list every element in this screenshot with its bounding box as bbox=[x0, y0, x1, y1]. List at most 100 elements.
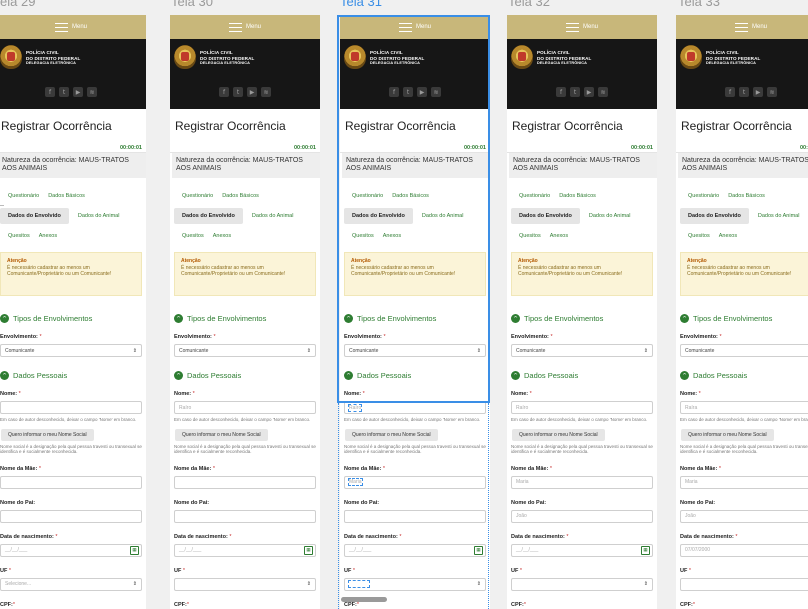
tab-dados-envolvido[interactable]: Dados do Envolvido bbox=[344, 208, 413, 224]
tab-dados-basicos[interactable]: Dados Básicos bbox=[728, 193, 765, 199]
section-tipos-envolvimento[interactable]: ^ Tipos de Envolvimentos bbox=[174, 314, 320, 323]
nome-social-button[interactable]: Quero informar o meu Nome Social bbox=[512, 428, 605, 441]
youtube-icon[interactable]: ▶ bbox=[417, 87, 427, 97]
menu-bar[interactable]: Menu bbox=[676, 15, 808, 39]
nome-social-button[interactable]: Quero informar o meu Nome Social bbox=[1, 428, 94, 441]
tab-dados-animal[interactable]: Dados do Animal bbox=[422, 213, 464, 219]
twitter-icon[interactable]: t bbox=[59, 87, 69, 97]
tab-dados-basicos[interactable]: Dados Básicos bbox=[48, 193, 85, 199]
section-dados-pessoais[interactable]: ^ Dados Pessoais bbox=[680, 371, 808, 380]
calendar-icon[interactable]: ▦ bbox=[304, 545, 313, 555]
tab-anexos[interactable]: Anexos bbox=[213, 233, 231, 239]
horizontal-scrollbar-thumb[interactable] bbox=[341, 597, 387, 602]
nascimento-input[interactable]: __/__/___ ▦ bbox=[174, 543, 316, 557]
menu-bar[interactable]: Menu bbox=[0, 15, 146, 39]
section-dados-pessoais[interactable]: ^ Dados Pessoais bbox=[344, 371, 490, 380]
envolvimento-select[interactable]: Comunicante ⇕ bbox=[174, 344, 316, 357]
nascimento-input[interactable]: __/__/___ ▦ bbox=[511, 543, 653, 557]
section-dados-pessoais[interactable]: ^ Dados Pessoais bbox=[511, 371, 657, 380]
nascimento-input[interactable]: 07/07/2000 ▦ bbox=[680, 543, 808, 557]
youtube-icon[interactable]: ▶ bbox=[753, 87, 763, 97]
tab-dados-basicos[interactable]: Dados Básicos bbox=[392, 193, 429, 199]
tab-quesitos[interactable]: Quesitos bbox=[519, 233, 541, 239]
twitter-icon[interactable]: t bbox=[739, 87, 749, 97]
menu-bar[interactable]: Menu bbox=[507, 15, 657, 39]
mobile-screen[interactable]: Menu POLÍCIA CIVIL DO DISTRITO FEDERAL D… bbox=[170, 15, 320, 609]
uf-select[interactable]: ⇕ bbox=[344, 577, 486, 591]
envolvimento-select[interactable]: Comunicante ⇕ bbox=[680, 344, 808, 357]
calendar-icon[interactable]: ▦ bbox=[474, 545, 483, 555]
facebook-icon[interactable]: f bbox=[219, 87, 229, 97]
tab-dados-envolvido[interactable]: Dados do Envolvido bbox=[680, 208, 749, 224]
mobile-screen[interactable]: Menu POLÍCIA CIVIL DO DISTRITO FEDERAL D… bbox=[0, 15, 146, 609]
tab-dados-animal[interactable]: Dados do Animal bbox=[589, 213, 631, 219]
screen-title[interactable]: Tela 30 bbox=[171, 0, 213, 9]
mobile-screen[interactable]: Menu POLÍCIA CIVIL DO DISTRITO FEDERAL D… bbox=[507, 15, 657, 609]
tab-dados-envolvido[interactable]: Dados do Envolvido bbox=[0, 208, 69, 224]
tab-quesitos[interactable]: Quesitos bbox=[182, 233, 204, 239]
section-tipos-envolvimento[interactable]: ^ Tipos de Envolvimentos bbox=[0, 314, 146, 323]
tab-dados-animal[interactable]: Dados do Animal bbox=[252, 213, 294, 219]
rss-icon[interactable]: ≋ bbox=[87, 87, 97, 97]
tab-dados-envolvido[interactable]: Dados do Envolvido bbox=[174, 208, 243, 224]
facebook-icon[interactable]: f bbox=[725, 87, 735, 97]
facebook-icon[interactable]: f bbox=[45, 87, 55, 97]
rss-icon[interactable]: ≋ bbox=[767, 87, 777, 97]
uf-select[interactable]: ⇕ bbox=[174, 577, 316, 591]
nome-input[interactable]: Raíro bbox=[344, 401, 486, 414]
tab-anexos[interactable]: Anexos bbox=[719, 233, 737, 239]
tab-dados-basicos[interactable]: Dados Básicos bbox=[559, 193, 596, 199]
menu-bar[interactable]: Menu bbox=[170, 15, 320, 39]
pai-input[interactable] bbox=[344, 509, 486, 523]
tab-anexos[interactable]: Anexos bbox=[550, 233, 568, 239]
nascimento-input[interactable]: __/__/___ ▦ bbox=[344, 543, 486, 557]
youtube-icon[interactable]: ▶ bbox=[247, 87, 257, 97]
section-dados-pessoais[interactable]: ^ Dados Pessoais bbox=[0, 371, 146, 380]
pai-input[interactable]: João bbox=[680, 509, 808, 523]
twitter-icon[interactable]: t bbox=[570, 87, 580, 97]
rss-icon[interactable]: ≋ bbox=[598, 87, 608, 97]
mae-input[interactable]: Maria bbox=[680, 475, 808, 489]
uf-select[interactable]: ⇕ bbox=[511, 577, 653, 591]
screen-title[interactable]: Tela 33 bbox=[678, 0, 720, 9]
rss-icon[interactable]: ≋ bbox=[431, 87, 441, 97]
nascimento-input[interactable]: __/__/___ ▦ bbox=[0, 543, 142, 557]
tab-anexos[interactable]: Anexos bbox=[39, 233, 57, 239]
section-dados-pessoais[interactable]: ^ Dados Pessoais bbox=[174, 371, 320, 380]
pai-input[interactable]: João bbox=[511, 509, 653, 523]
screen-title[interactable]: Tela 31 bbox=[340, 0, 382, 9]
tab-quesitos[interactable]: Quesitos bbox=[688, 233, 710, 239]
mobile-screen[interactable]: Menu POLÍCIA CIVIL DO DISTRITO FEDERAL D… bbox=[676, 15, 808, 609]
nome-input[interactable] bbox=[0, 401, 142, 414]
uf-select[interactable]: ⇕ bbox=[680, 577, 808, 591]
menu-bar[interactable]: Menu bbox=[340, 15, 490, 39]
tab-questionario[interactable]: Questionário bbox=[352, 193, 383, 199]
envolvimento-select[interactable]: Comunicante ⇕ bbox=[511, 344, 653, 357]
uf-select[interactable]: Selecione... ⇕ bbox=[0, 577, 142, 591]
twitter-icon[interactable]: t bbox=[233, 87, 243, 97]
nome-social-button[interactable]: Quero informar o meu Nome Social bbox=[175, 428, 268, 441]
youtube-icon[interactable]: ▶ bbox=[73, 87, 83, 97]
envolvimento-select[interactable]: Comunicante ⇕ bbox=[0, 344, 142, 357]
calendar-icon[interactable]: ▦ bbox=[130, 545, 139, 555]
tab-anexos[interactable]: Anexos bbox=[383, 233, 401, 239]
facebook-icon[interactable]: f bbox=[556, 87, 566, 97]
nome-input[interactable]: Raíra bbox=[680, 401, 808, 414]
nome-social-button[interactable]: Quero informar o meu Nome Social bbox=[345, 428, 438, 441]
section-tipos-envolvimento[interactable]: ^ Tipos de Envolvimentos bbox=[680, 314, 808, 323]
nome-input[interactable]: Raíro bbox=[174, 401, 316, 414]
youtube-icon[interactable]: ▶ bbox=[584, 87, 594, 97]
facebook-icon[interactable]: f bbox=[389, 87, 399, 97]
tab-questionario[interactable]: Questionário bbox=[8, 193, 39, 199]
mobile-screen[interactable]: Menu POLÍCIA CIVIL DO DISTRITO FEDERAL D… bbox=[340, 15, 490, 609]
pai-input[interactable] bbox=[0, 509, 142, 523]
nome-social-button[interactable]: Quero informar o meu Nome Social bbox=[681, 428, 774, 441]
nome-input[interactable]: Raíro bbox=[511, 401, 653, 414]
mae-input[interactable] bbox=[0, 475, 142, 489]
tab-questionario[interactable]: Questionário bbox=[688, 193, 719, 199]
mae-input[interactable]: Maria bbox=[344, 475, 486, 489]
screen-title[interactable]: ela 29 bbox=[0, 0, 35, 9]
twitter-icon[interactable]: t bbox=[403, 87, 413, 97]
tab-quesitos[interactable]: Quesitos bbox=[352, 233, 374, 239]
mae-input[interactable] bbox=[174, 475, 316, 489]
